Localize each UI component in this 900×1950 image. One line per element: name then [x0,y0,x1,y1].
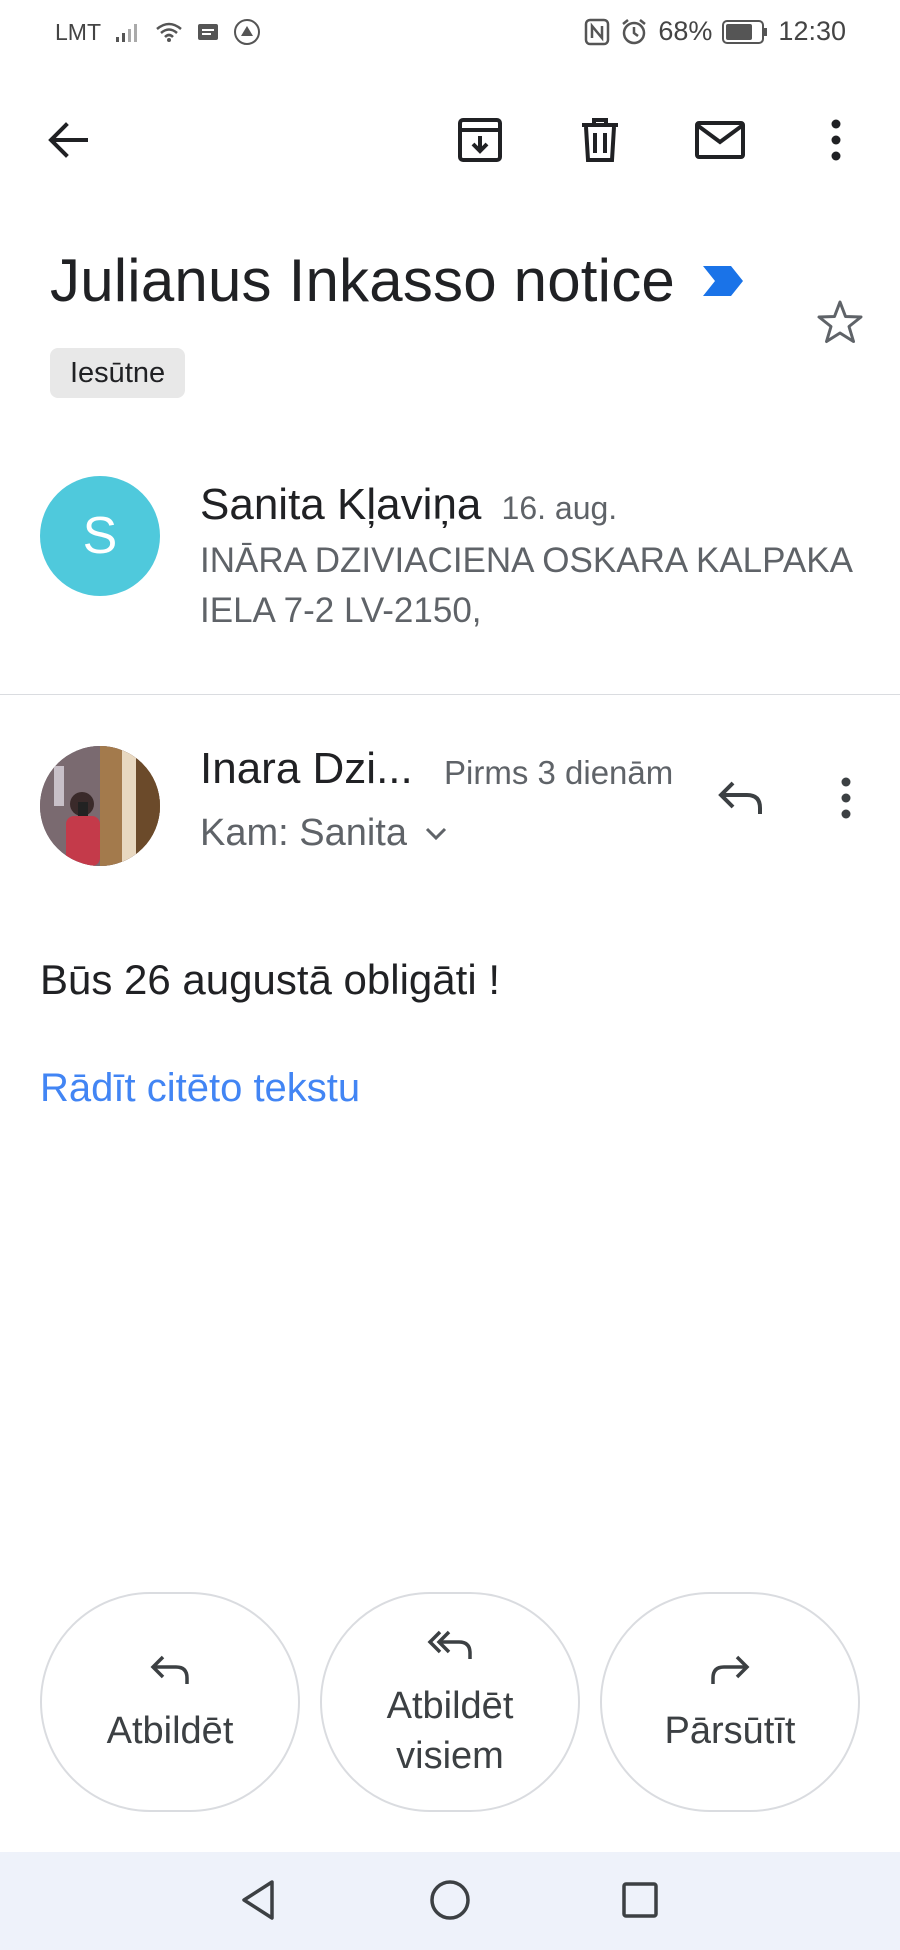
delete-button[interactable] [570,112,630,172]
label-chip-inbox[interactable]: Iesūtne [50,348,186,398]
reply-action-button[interactable]: Atbildēt [40,1592,300,1812]
expanded-message: Inara Dzi... Pirms 3 dienām Kam: Sanita … [0,694,900,1694]
thread-subject: Julianus Inkasso notice [50,246,745,315]
system-nav-bar [0,1852,900,1950]
alarm-icon [620,18,648,46]
avatar-letter: S [82,507,118,565]
sender-name: Inara Dzi... [200,744,413,793]
forward-action-button[interactable]: Pārsūtīt [600,1592,860,1812]
nav-back-button[interactable] [228,1872,288,1932]
nav-home-button[interactable] [420,1872,480,1932]
importance-marker-icon[interactable] [701,264,745,298]
sender-line: Sanita Kļaviņa 16. aug. [200,480,617,530]
show-quoted-text-link[interactable]: Rādīt citēto tekstu [40,1066,360,1111]
back-button[interactable] [38,112,98,172]
collapsed-message[interactable]: S Sanita Kļaviņa 16. aug. INĀRA DZIVIACI… [0,460,900,694]
mark-unread-button[interactable] [690,112,750,172]
reply-all-label: Atbildēt visiem [387,1681,514,1781]
delete-icon [580,117,620,168]
forward-label: Pārsūtīt [664,1710,796,1752]
nav-recents-icon [620,1880,660,1925]
carrier-label: LMT [55,18,101,45]
more-vert-icon [840,777,852,824]
reply-all-label-line2: visiem [396,1735,504,1777]
message-more-button[interactable] [818,770,874,830]
reply-all-label-line1: Atbildēt [386,1685,514,1727]
subject-text: Julianus Inkasso notice [50,247,675,314]
profile-photo-icon [40,746,160,866]
signal-icon [115,21,141,43]
recipients-toggle[interactable]: Kam: Sanita [200,812,447,855]
reply-icon [150,1648,190,1692]
message-snippet: INĀRA DZIVIACIENA OSKARA KALPAKA IELA 7-… [200,541,851,630]
message-time: Pirms 3 dienām [444,754,674,791]
reply-icon [717,780,763,821]
avatar[interactable] [40,746,160,866]
reply-all-icon [427,1623,473,1667]
app-icon [233,18,261,46]
action-bar: Atbildēt Atbildēt visiem Pārsūtīt [0,1592,900,1812]
status-left: LMT [55,18,261,46]
clock: 12:30 [778,16,846,46]
mark-unread-icon [694,120,746,165]
archive-button[interactable] [450,112,510,172]
wifi-icon [155,21,183,43]
more-options-button[interactable] [806,112,866,172]
nav-recents-button[interactable] [610,1872,670,1932]
sender-name: Sanita Kļaviņa [200,480,482,529]
chevron-down-icon [425,827,447,841]
message-icon [197,22,219,42]
status-right: 68% 12:30 [584,16,846,47]
battery-icon [722,19,768,45]
reply-button[interactable] [710,770,770,830]
message-body: Būs 26 augustā obligāti ! [40,956,500,1003]
forward-icon [710,1648,750,1692]
recipients-text: Kam: Sanita [200,812,407,854]
battery-percent: 68% [658,16,713,46]
nav-back-icon [238,1878,278,1927]
back-arrow-icon [46,120,90,165]
reply-label: Atbildēt [106,1710,234,1752]
reply-all-action-button[interactable]: Atbildēt visiem [320,1592,580,1812]
nfc-icon [584,18,610,46]
message-date: 16. aug. [501,490,618,526]
nav-home-icon [428,1878,472,1927]
star-icon [816,299,864,350]
star-button[interactable] [812,296,868,352]
status-bar: LMT 68% 12:30 [0,0,900,64]
top-toolbar [0,100,900,184]
avatar[interactable]: S [40,476,160,596]
more-vert-icon [830,119,842,166]
archive-icon [457,117,503,168]
label-text: Iesūtne [70,356,166,389]
